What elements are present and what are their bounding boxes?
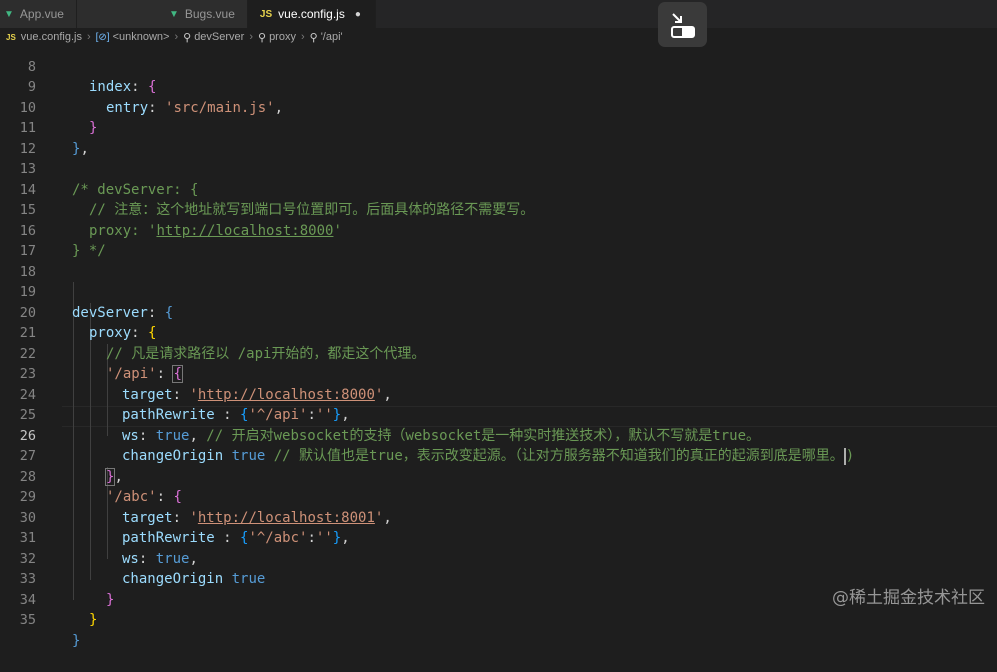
watermark-text: @稀土掘金技术社区	[832, 588, 985, 608]
code-line: 10 }	[0, 77, 997, 137]
tab-vue-config-js[interactable]: JS vue.config.js ●	[247, 0, 376, 28]
line-number: 35	[19, 612, 36, 628]
code-line: 32 changeOrigin true	[0, 528, 997, 588]
code-line: 31 ws: true,	[0, 508, 997, 567]
code-line: 23 target: 'http://localhost:8000',	[0, 344, 997, 403]
tab-bugs-vue[interactable]: ▼ Bugs.vue	[76, 0, 248, 28]
unsaved-dot-icon[interactable]: ●	[355, 9, 361, 20]
code-line: 17	[0, 221, 997, 259]
exit-picture-in-picture-icon	[670, 12, 695, 38]
code-line: 26 changeOrigin true // 默认值也是true，表示改变起源…	[0, 405, 997, 465]
code-editor[interactable]: 8 index: { 9 entry: 'src/main.js', 10 } …	[0, 36, 997, 649]
code-line: 19 devServer: {	[0, 262, 997, 321]
tab-app-vue[interactable]: ▼ App.vue	[0, 0, 77, 28]
tab-label: App.vue	[19, 7, 64, 21]
code-line: 8 index: {	[0, 36, 997, 96]
watermark: @稀土掘金技术社区	[832, 583, 985, 608]
js-file-icon: JS	[259, 8, 273, 20]
code-line: 24 pathRewrite : {'^/api':''},	[0, 364, 997, 424]
vue-file-icon: ▼	[168, 8, 179, 20]
code-line: 27 },	[0, 426, 997, 486]
code-line: 28 '/abc': {	[0, 446, 997, 506]
code-line: 11 },	[0, 98, 997, 157]
code-line: 12	[0, 118, 997, 157]
code-line: 20 proxy: {	[0, 282, 997, 342]
code-line: 9 entry: 'src/main.js',	[0, 57, 997, 116]
code-line: 15 proxy: 'http://localhost:8000'	[0, 180, 997, 239]
vue-file-icon: ▼	[4, 8, 14, 20]
code-line: 16 } */	[0, 200, 997, 260]
code-line: 21 // 凡是请求路径以 /api开始的，都走这个代理。	[0, 303, 997, 362]
editor-tab-bar: ▼ App.vue ▼ Bugs.vue JS vue.config.js ●	[0, 0, 997, 29]
code-line: 30 pathRewrite : {'^/abc':''},	[0, 487, 997, 547]
code-line: 14 // 注意：这个地址就写到端口号位置即可。后面具体的路径不需要写。	[0, 159, 997, 219]
code-line: 29 target: 'http://localhost:8001',	[0, 467, 997, 526]
tab-label: Bugs.vue	[184, 7, 235, 21]
code-line: 18	[0, 241, 997, 280]
code-line: 33 }	[0, 549, 997, 608]
tab-label: vue.config.js	[278, 7, 345, 21]
code-line: 13 /* devServer: {	[0, 139, 997, 198]
code-line: 22 '/api': {	[0, 323, 997, 383]
code-line: 25 ws: true, // 开启对websocket的支持（websocke…	[0, 385, 997, 444]
